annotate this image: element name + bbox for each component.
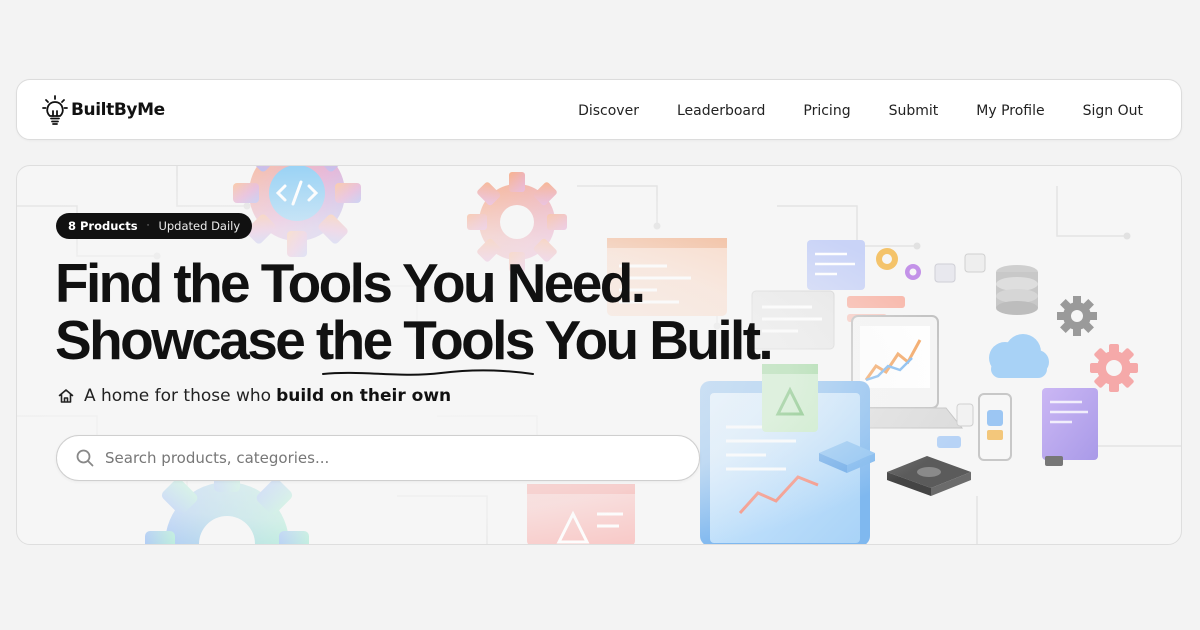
badge-update-text: Updated Daily: [158, 219, 241, 233]
search-icon: [76, 449, 94, 467]
tagline-bold: build on their own: [276, 386, 452, 406]
hero-headline: Find the Tools You Need. Showcase the To…: [55, 252, 774, 371]
top-navbar: BuiltByMe Discover Leaderboard Pricing S…: [16, 79, 1182, 140]
search-bar[interactable]: [56, 435, 700, 481]
headline-line-1: Find the Tools You Need.: [55, 252, 646, 314]
nav-links: Discover Leaderboard Pricing Submit My P…: [578, 80, 1143, 141]
badge-separator: ·: [146, 221, 150, 231]
badge-count: 8 Products: [68, 219, 138, 233]
brand-logo[interactable]: BuiltByMe: [41, 94, 165, 126]
hero-tagline: A home for those who build on their own: [57, 386, 451, 406]
brand-name: BuiltByMe: [71, 100, 165, 120]
nav-leaderboard[interactable]: Leaderboard: [677, 103, 765, 119]
lightbulb-icon: [42, 95, 68, 125]
nav-submit[interactable]: Submit: [889, 103, 939, 119]
nav-sign-out[interactable]: Sign Out: [1083, 103, 1143, 119]
tagline-text: A home for those who: [84, 386, 272, 406]
nav-my-profile[interactable]: My Profile: [976, 103, 1044, 119]
product-count-badge: 8 Products · Updated Daily: [56, 213, 253, 239]
hero-section: 8 Products · Updated Daily Find the Tool…: [16, 165, 1182, 545]
nav-discover[interactable]: Discover: [578, 103, 639, 119]
headline-line-2: Showcase the Tools You Built.: [55, 309, 774, 371]
home-icon: [58, 389, 74, 403]
underline-squiggle: [322, 369, 534, 376]
nav-pricing[interactable]: Pricing: [803, 103, 850, 119]
search-input[interactable]: [103, 448, 699, 468]
